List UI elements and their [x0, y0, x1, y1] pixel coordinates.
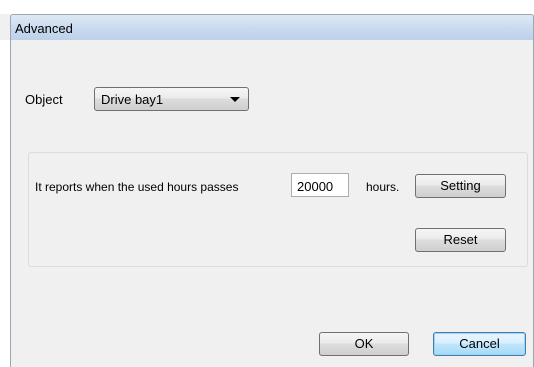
- object-label: Object: [25, 92, 63, 107]
- advanced-dialog: Advanced Object Drive bay1 It reports wh…: [0, 0, 534, 367]
- object-dropdown[interactable]: Drive bay1: [94, 87, 249, 111]
- chevron-down-icon: [230, 97, 240, 102]
- window-border-left: [10, 40, 11, 367]
- used-hours-input[interactable]: [291, 173, 349, 197]
- desktop-background: [0, 0, 534, 14]
- window-title: Advanced: [15, 21, 73, 36]
- title-bar[interactable]: Advanced: [10, 14, 534, 40]
- cancel-button[interactable]: Cancel: [433, 332, 526, 356]
- reset-button[interactable]: Reset: [415, 228, 506, 252]
- setting-button[interactable]: Setting: [415, 174, 506, 198]
- used-hours-label: It reports when the used hours passes: [35, 180, 239, 194]
- object-dropdown-value: Drive bay1: [101, 92, 164, 107]
- desktop-background-left: [0, 40, 10, 367]
- ok-button[interactable]: OK: [319, 332, 409, 356]
- hours-unit-label: hours.: [366, 180, 400, 194]
